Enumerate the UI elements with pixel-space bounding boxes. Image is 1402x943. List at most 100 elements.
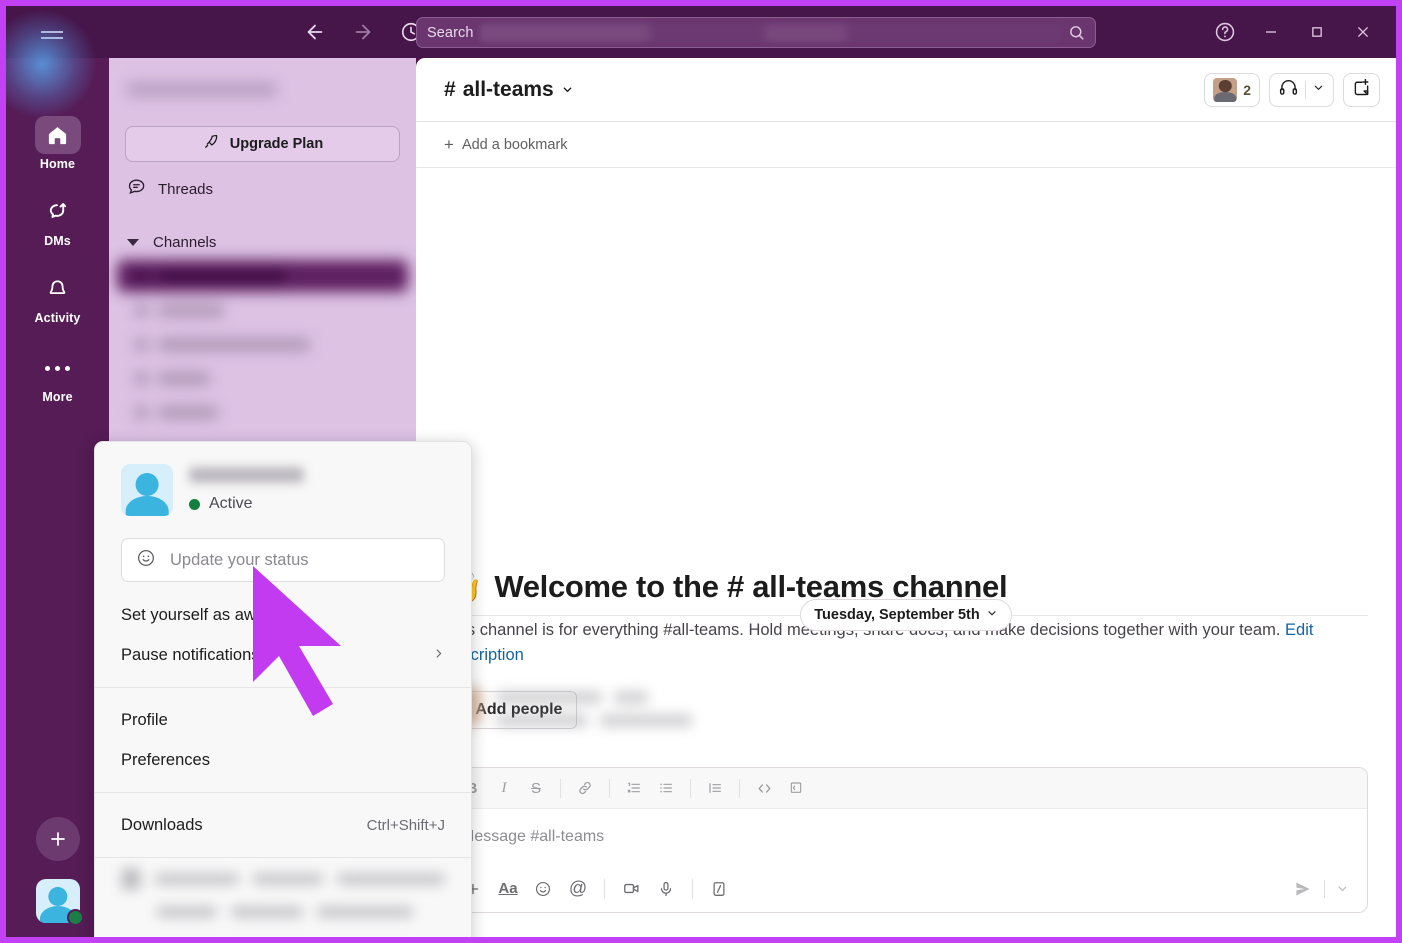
hash-icon <box>135 304 148 317</box>
list-item[interactable] <box>117 362 408 394</box>
formatting-toolbar: B I S <box>445 768 1367 809</box>
list-item[interactable] <box>117 294 408 326</box>
close-button[interactable] <box>1340 10 1386 54</box>
channel-header: # all-teams 2 <box>416 58 1396 122</box>
divider <box>1012 615 1368 616</box>
presence-indicator <box>67 909 84 926</box>
bulleted-list-icon[interactable] <box>651 774 681 802</box>
slash-command-icon[interactable] <box>703 874 735 904</box>
menu-item-label: Set yourself as away <box>121 606 273 625</box>
rail-item-dms[interactable]: DMs <box>6 171 109 248</box>
sidebar-blurred-content <box>109 58 416 120</box>
search-input[interactable]: Search <box>416 17 1096 48</box>
menu-item-preferences[interactable]: Preferences <box>95 740 471 780</box>
code-icon[interactable] <box>749 774 779 802</box>
workspace-header[interactable] <box>109 58 416 120</box>
menu-item-downloads[interactable]: Downloads Ctrl+Shift+J <box>95 805 471 845</box>
send-button[interactable] <box>1286 874 1320 904</box>
list-item[interactable] <box>117 328 408 360</box>
message-composer: B I S <box>444 767 1368 913</box>
navigation-controls <box>298 15 428 49</box>
message-blurred <box>444 687 692 727</box>
menu-item-set-away[interactable]: Set yourself as away <box>95 595 471 635</box>
help-icon[interactable] <box>1202 10 1248 54</box>
menu-item-shortcut: Ctrl+Shift+J <box>367 817 445 834</box>
members-button[interactable]: 2 <box>1204 73 1260 107</box>
sidebar-item-threads[interactable]: Threads <box>109 172 416 206</box>
menu-item-label: Downloads <box>121 816 203 835</box>
back-arrow-icon[interactable] <box>298 15 332 49</box>
message-input[interactable]: Message #all-teams <box>445 809 1367 865</box>
hamburger-menu-icon[interactable] <box>30 10 74 54</box>
menu-item-label: Preferences <box>121 751 210 770</box>
message-body-blurred <box>496 687 692 727</box>
video-icon[interactable] <box>615 874 647 904</box>
composer-actions: Aa @ <box>445 865 1367 912</box>
search-workspace-blurred <box>480 24 1062 42</box>
bell-icon <box>35 270 81 308</box>
dms-icon <box>35 193 81 231</box>
hash-icon <box>135 338 148 351</box>
rail-item-home[interactable]: Home <box>6 104 109 171</box>
chevron-down-icon <box>127 239 139 246</box>
channel-name-blurred <box>158 406 218 419</box>
message-list[interactable]: 👋 Welcome to the # all-teams channel Thi… <box>416 169 1396 747</box>
chevron-down-icon <box>561 78 574 102</box>
ordered-list-icon[interactable] <box>619 774 649 802</box>
blockquote-icon[interactable] <box>700 774 730 802</box>
search-icon <box>1068 24 1085 41</box>
divider <box>690 779 691 798</box>
divider <box>739 779 740 798</box>
italic-icon[interactable]: I <box>489 774 519 802</box>
open-canvas-button[interactable] <box>1343 73 1380 107</box>
minimize-button[interactable] <box>1248 10 1294 54</box>
menu-item-profile[interactable]: Profile <box>95 700 471 740</box>
create-new-button[interactable] <box>36 817 80 861</box>
search-label: Search <box>427 25 474 41</box>
rail-item-more[interactable]: More <box>6 325 109 404</box>
list-item[interactable] <box>117 260 408 292</box>
avatar <box>1213 78 1237 102</box>
menu-item-label: Profile <box>121 711 168 730</box>
maximize-button[interactable] <box>1294 10 1340 54</box>
status-badge: Active <box>189 495 304 513</box>
update-status-placeholder: Update your status <box>170 551 309 570</box>
divider <box>95 687 471 688</box>
rail-label-dms: DMs <box>44 234 71 248</box>
channel-name-blurred <box>158 372 210 385</box>
threads-label: Threads <box>158 181 213 198</box>
smiley-icon <box>136 548 156 573</box>
microphone-icon[interactable] <box>650 874 682 904</box>
user-menu-footer-blurred[interactable] <box>95 858 471 937</box>
divider <box>604 879 605 899</box>
mention-icon[interactable]: @ <box>562 874 594 904</box>
channel-header-actions: 2 <box>1204 73 1380 107</box>
rail-label-more: More <box>42 390 72 404</box>
link-icon[interactable] <box>570 774 600 802</box>
list-item[interactable] <box>117 396 408 428</box>
upgrade-plan-button[interactable]: Upgrade Plan <box>125 126 400 162</box>
chevron-down-icon[interactable] <box>1312 81 1325 99</box>
title-bar: Search <box>6 6 1396 58</box>
strikethrough-icon[interactable]: S <box>521 774 551 802</box>
date-pill-button[interactable]: Tuesday, September 5th <box>800 599 1011 631</box>
code-block-icon[interactable] <box>781 774 811 802</box>
forward-arrow-icon[interactable] <box>346 15 380 49</box>
user-avatar-button[interactable] <box>36 879 80 923</box>
huddle-button[interactable] <box>1269 73 1334 107</box>
channel-name-blurred <box>158 338 310 351</box>
menu-item-pause-notifications[interactable]: Pause notifications <box>95 635 471 675</box>
send-options-button[interactable] <box>1329 874 1355 904</box>
channels-label: Channels <box>153 234 216 251</box>
bookmark-bar[interactable]: + Add a bookmark <box>416 122 1396 168</box>
update-status-input[interactable]: Update your status <box>121 538 445 582</box>
formatting-icon[interactable]: Aa <box>492 874 524 904</box>
chevron-right-icon <box>432 646 445 665</box>
channels-section-header[interactable]: Channels <box>109 226 416 258</box>
user-menu-group-1: Set yourself as away Pause notifications <box>95 595 471 675</box>
rail-item-activity[interactable]: Activity <box>6 248 109 325</box>
channel-title[interactable]: # all-teams <box>444 78 574 102</box>
hash-icon <box>135 270 148 283</box>
ellipsis-icon <box>35 349 81 387</box>
emoji-icon[interactable] <box>527 874 559 904</box>
